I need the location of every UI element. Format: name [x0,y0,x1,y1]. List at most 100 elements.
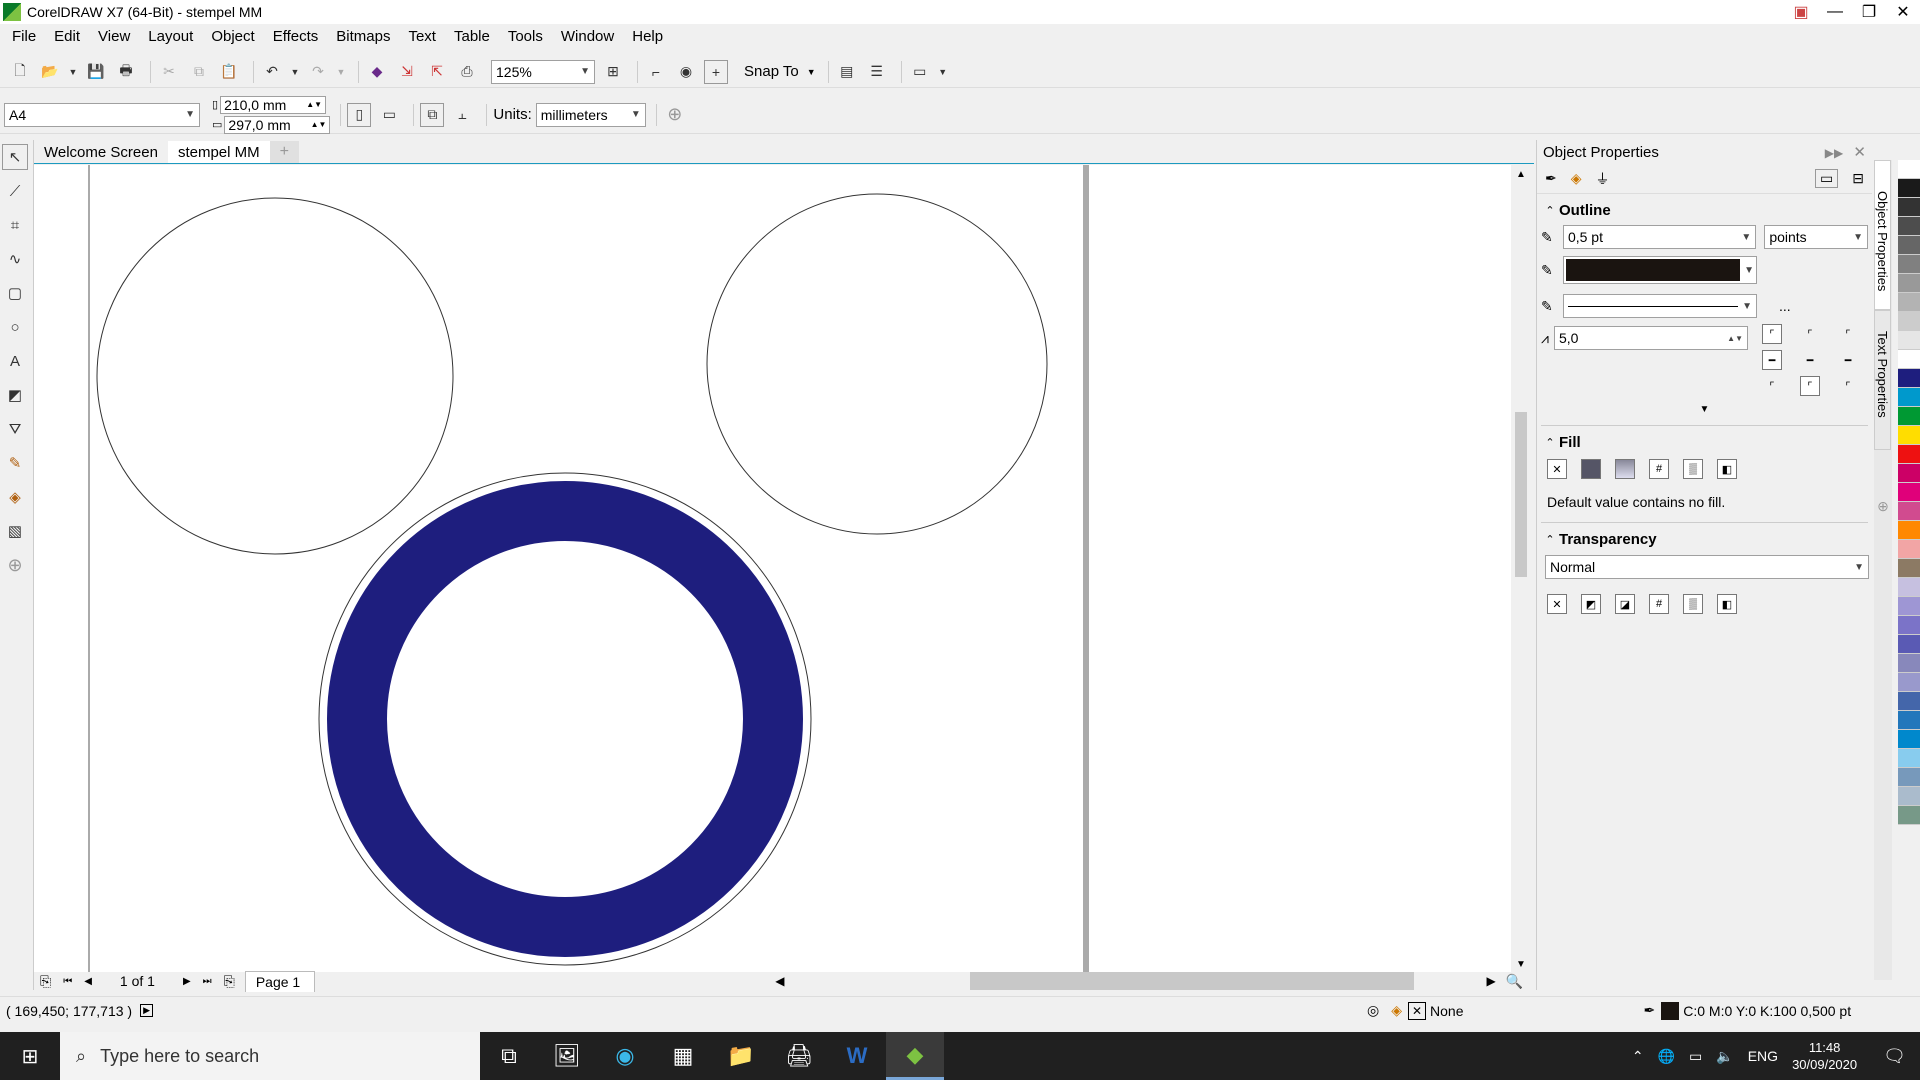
menu-effects[interactable]: Effects [273,28,319,45]
undo-icon[interactable]: ↶ [260,60,284,84]
network-icon[interactable]: 🌐 [1658,1048,1675,1065]
palette-swatch[interactable] [1898,445,1920,464]
palette-swatch[interactable] [1898,730,1920,749]
round-corner-icon[interactable]: ⌜ [1800,324,1820,344]
battery-icon[interactable]: ▭ [1689,1048,1702,1065]
palette-swatch[interactable] [1898,559,1920,578]
new-tab-button[interactable]: + [269,141,299,163]
notifications-icon[interactable]: 🗨 [1883,1046,1906,1067]
centered-outline-icon[interactable]: ⌜ [1800,376,1820,396]
palette-swatch[interactable] [1898,711,1920,730]
eyedropper-tool-icon[interactable]: ✎ [0,446,30,480]
palette-swatch[interactable] [1898,635,1920,654]
palette-swatch[interactable] [1898,179,1920,198]
zoom-navigator-icon[interactable]: 🔍 [1506,973,1523,990]
interactive-fill-tool-icon[interactable]: ◈ [0,480,30,514]
fountain-transparency-icon[interactable]: ◪ [1615,594,1635,614]
horizontal-scrollbar-thumb[interactable] [970,972,1415,990]
add-docker-icon[interactable]: ⊕ [1874,498,1892,515]
round-cap-icon[interactable]: ━ [1800,350,1820,370]
fill-section-header[interactable]: ⌃ Fill [1541,430,1868,454]
open-icon[interactable]: 📂 [38,60,62,84]
miter-corner-icon[interactable]: ⌜ [1762,324,1782,344]
fountain-fill-icon[interactable] [1615,459,1635,479]
palette-swatch[interactable] [1898,274,1920,293]
palette-swatch[interactable] [1898,768,1920,787]
line-style-more-button[interactable]: ... [1779,298,1791,314]
texture-transparency-icon[interactable]: ▒ [1683,594,1703,614]
calculator-app-icon[interactable]: ▦ [654,1032,712,1080]
pick-tool-icon[interactable]: ↖ [2,144,28,170]
next-page-icon[interactable]: ▶ [183,976,191,987]
transparency-section-header[interactable]: ⌃ Transparency [1541,527,1868,551]
first-page-icon[interactable]: ⏮ [63,976,72,987]
full-screen-preview-icon[interactable]: ⊞ [601,60,625,84]
page-size-select[interactable]: A4 ▼ [4,102,200,127]
palette-swatch[interactable] [1898,388,1920,407]
stamp-blue-ring[interactable] [327,481,803,957]
palette-swatch[interactable] [1898,217,1920,236]
palette-swatch[interactable] [1898,578,1920,597]
palette-swatch[interactable] [1898,654,1920,673]
inside-outline-icon[interactable]: ⌜ [1838,376,1858,396]
print-icon[interactable]: 🖶 [114,60,138,84]
spin-arrows-icon[interactable]: ▲▼ [1727,334,1743,343]
collapse-chevron-icon[interactable]: ⌃ [1541,533,1559,546]
welcome-screen-icon[interactable]: ▭ [908,60,932,84]
menu-window[interactable]: Window [561,28,614,45]
spin-arrows-icon[interactable]: ▲▼ [306,100,322,109]
palette-swatch[interactable] [1898,673,1920,692]
menu-bitmaps[interactable]: Bitmaps [336,28,390,45]
menu-layout[interactable]: Layout [148,28,193,45]
drawing-canvas[interactable] [34,165,1520,972]
save-icon[interactable]: 💾 [84,60,108,84]
fill-bucket-icon[interactable]: ◈ [1571,170,1582,187]
freehand-tool-icon[interactable]: ∿ [0,242,30,276]
left-circle[interactable] [96,197,454,555]
outline-pen-icon[interactable]: ✒ [1545,170,1557,187]
windows-start-icon[interactable]: ⊞ [0,1032,60,1080]
outline-color-picker[interactable]: ▼ [1563,256,1757,284]
restore-button[interactable]: ❐ [1852,2,1886,22]
palette-swatch[interactable] [1898,483,1920,502]
language-indicator[interactable]: ENG [1748,1048,1778,1064]
color-proof-icon[interactable]: ◎ [1367,1002,1379,1019]
show-hidden-icons-icon[interactable]: ⌃ [1632,1048,1644,1065]
user-icon[interactable]: ▣ [1784,2,1818,22]
palette-swatch[interactable] [1898,255,1920,274]
show-rulers-icon[interactable]: ⌐ [644,60,668,84]
scrollbar-thumb[interactable] [1515,412,1527,577]
palette-swatch[interactable] [1898,198,1920,217]
no-fill-icon[interactable]: ✕ [1547,459,1567,479]
palette-swatch[interactable] [1898,616,1920,635]
add-page-before-icon[interactable]: ⎘ [40,973,51,990]
publish-pdf-icon[interactable]: ⎙ [455,60,479,84]
minimize-button[interactable]: — [1818,3,1852,21]
text-tool-icon[interactable]: A [0,344,30,378]
page-height-field[interactable]: 297,0 mm ▲▼ [224,115,331,134]
collapse-chevron-icon[interactable]: ⌃ [1541,204,1559,217]
expand-docker-icon[interactable]: ▶▶ [1825,146,1843,160]
outline-width-select[interactable]: 0,5 pt ▼ [1562,225,1757,249]
smart-fill-tool-icon[interactable]: ▧ [0,514,30,548]
stamp-outer-circle[interactable] [318,472,812,966]
menu-view[interactable]: View [98,28,130,45]
redo-icon[interactable]: ↷ [306,60,330,84]
add-page-after-icon[interactable]: ⎘ [224,973,235,990]
search-content-icon[interactable]: ◆ [365,60,389,84]
palette-swatch[interactable] [1898,787,1920,806]
play-icon[interactable]: ▶ [140,1004,154,1017]
edge-browser-icon[interactable]: ◉ [596,1032,654,1080]
transparency-tool-icon[interactable]: ⛛ [0,412,30,446]
palette-swatch[interactable] [1898,312,1920,331]
drawing-page[interactable] [34,165,1520,972]
scroll-right-icon[interactable]: ▶ [1486,974,1495,988]
palette-swatch[interactable] [1898,502,1920,521]
butt-cap-icon[interactable]: ━ [1762,350,1782,370]
add-icon[interactable]: ⊕ [663,103,687,127]
menu-help[interactable]: Help [632,28,663,45]
palette-swatch[interactable] [1898,749,1920,768]
postscript-fill-icon[interactable]: ◧ [1717,459,1737,479]
portrait-icon[interactable]: ▯ [347,102,372,127]
pattern-fill-icon[interactable]: # [1649,459,1669,479]
